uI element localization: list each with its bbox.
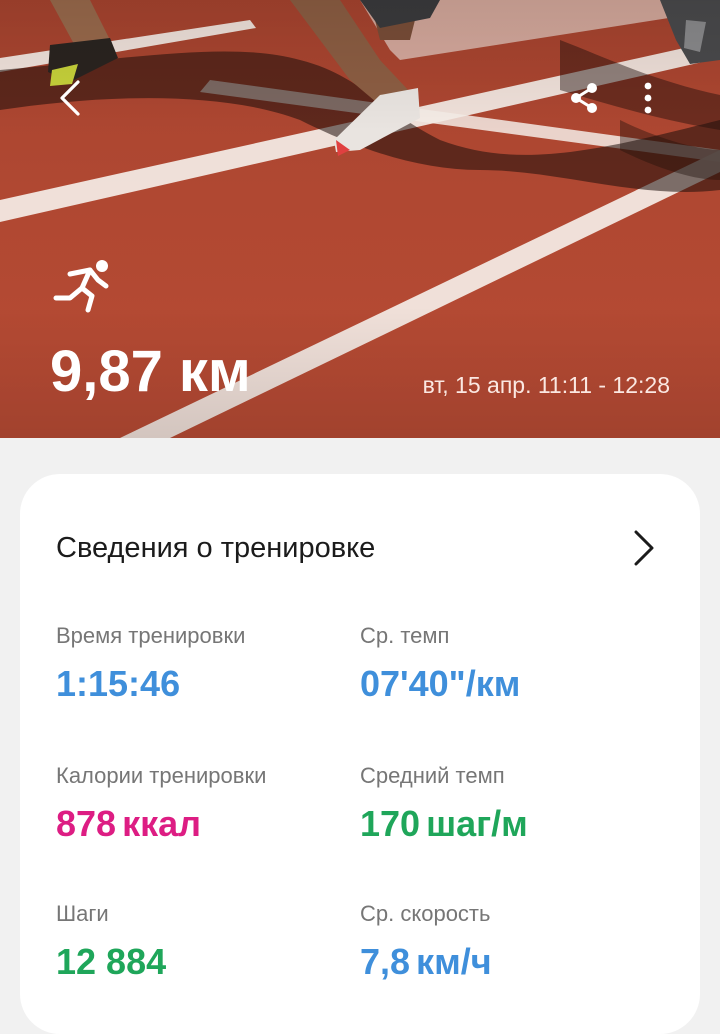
stat-label: Средний темп: [360, 763, 505, 788]
stat-unit: ккал: [122, 803, 202, 844]
stat-value: 12 884: [56, 940, 166, 984]
stat-unit: км/ч: [416, 941, 492, 982]
stat-value: 1:15:46: [56, 662, 245, 706]
back-button[interactable]: [46, 72, 94, 124]
stat-avg-speed: Ср. скорость 7,8 км/ч: [360, 900, 492, 984]
stat-number: 1:15:46: [56, 663, 181, 704]
stat-calories: Калории тренировки 878 ккал: [56, 762, 266, 846]
share-icon: [571, 83, 597, 113]
stat-unit: /км: [465, 663, 521, 704]
stat-workout-time: Время тренировки 1:15:46: [56, 622, 245, 706]
share-button[interactable]: [560, 74, 608, 122]
workout-hero-image: 9,87 км вт, 15 апр. 11:11 - 12:28: [0, 0, 720, 438]
workout-details-card: Сведения о тренировке Время тренировки 1…: [20, 474, 700, 1034]
workout-datetime: вт, 15 апр. 11:11 - 12:28: [422, 372, 670, 398]
stat-label: Ср. темп: [360, 623, 450, 648]
distance-value: 9,87: [50, 339, 163, 404]
running-icon: [53, 260, 109, 313]
stat-value: 170 шаг/м: [360, 802, 528, 846]
chevron-right-icon: [634, 530, 654, 566]
stat-steps: Шаги 12 884: [56, 900, 166, 984]
stat-label: Шаги: [56, 901, 109, 926]
stat-number: 7,8: [360, 941, 411, 982]
distance-unit: км: [178, 339, 251, 404]
more-options-button[interactable]: [624, 74, 672, 122]
stat-number: 07'40": [360, 663, 466, 704]
stat-number: 12 884: [56, 941, 167, 982]
workout-distance: 9,87 км: [50, 336, 251, 408]
stat-label: Время тренировки: [56, 623, 246, 648]
stat-number: 878: [56, 803, 117, 844]
stat-number: 170: [360, 803, 421, 844]
card-title: Сведения о тренировке: [56, 532, 376, 564]
stat-label: Ср. скорость: [360, 901, 491, 926]
stat-avg-cadence: Средний темп 170 шаг/м: [360, 762, 528, 846]
chevron-left-icon: [60, 80, 80, 116]
stat-value: 7,8 км/ч: [360, 940, 492, 984]
stat-avg-pace: Ср. темп 07'40"/км: [360, 622, 520, 706]
workout-details-header[interactable]: Сведения о тренировке: [20, 514, 700, 582]
stat-value: 07'40"/км: [360, 662, 520, 706]
stat-unit: шаг/м: [426, 803, 528, 844]
stat-label: Калории тренировки: [56, 763, 267, 788]
more-vertical-icon: [644, 82, 652, 114]
stat-value: 878 ккал: [56, 802, 266, 846]
